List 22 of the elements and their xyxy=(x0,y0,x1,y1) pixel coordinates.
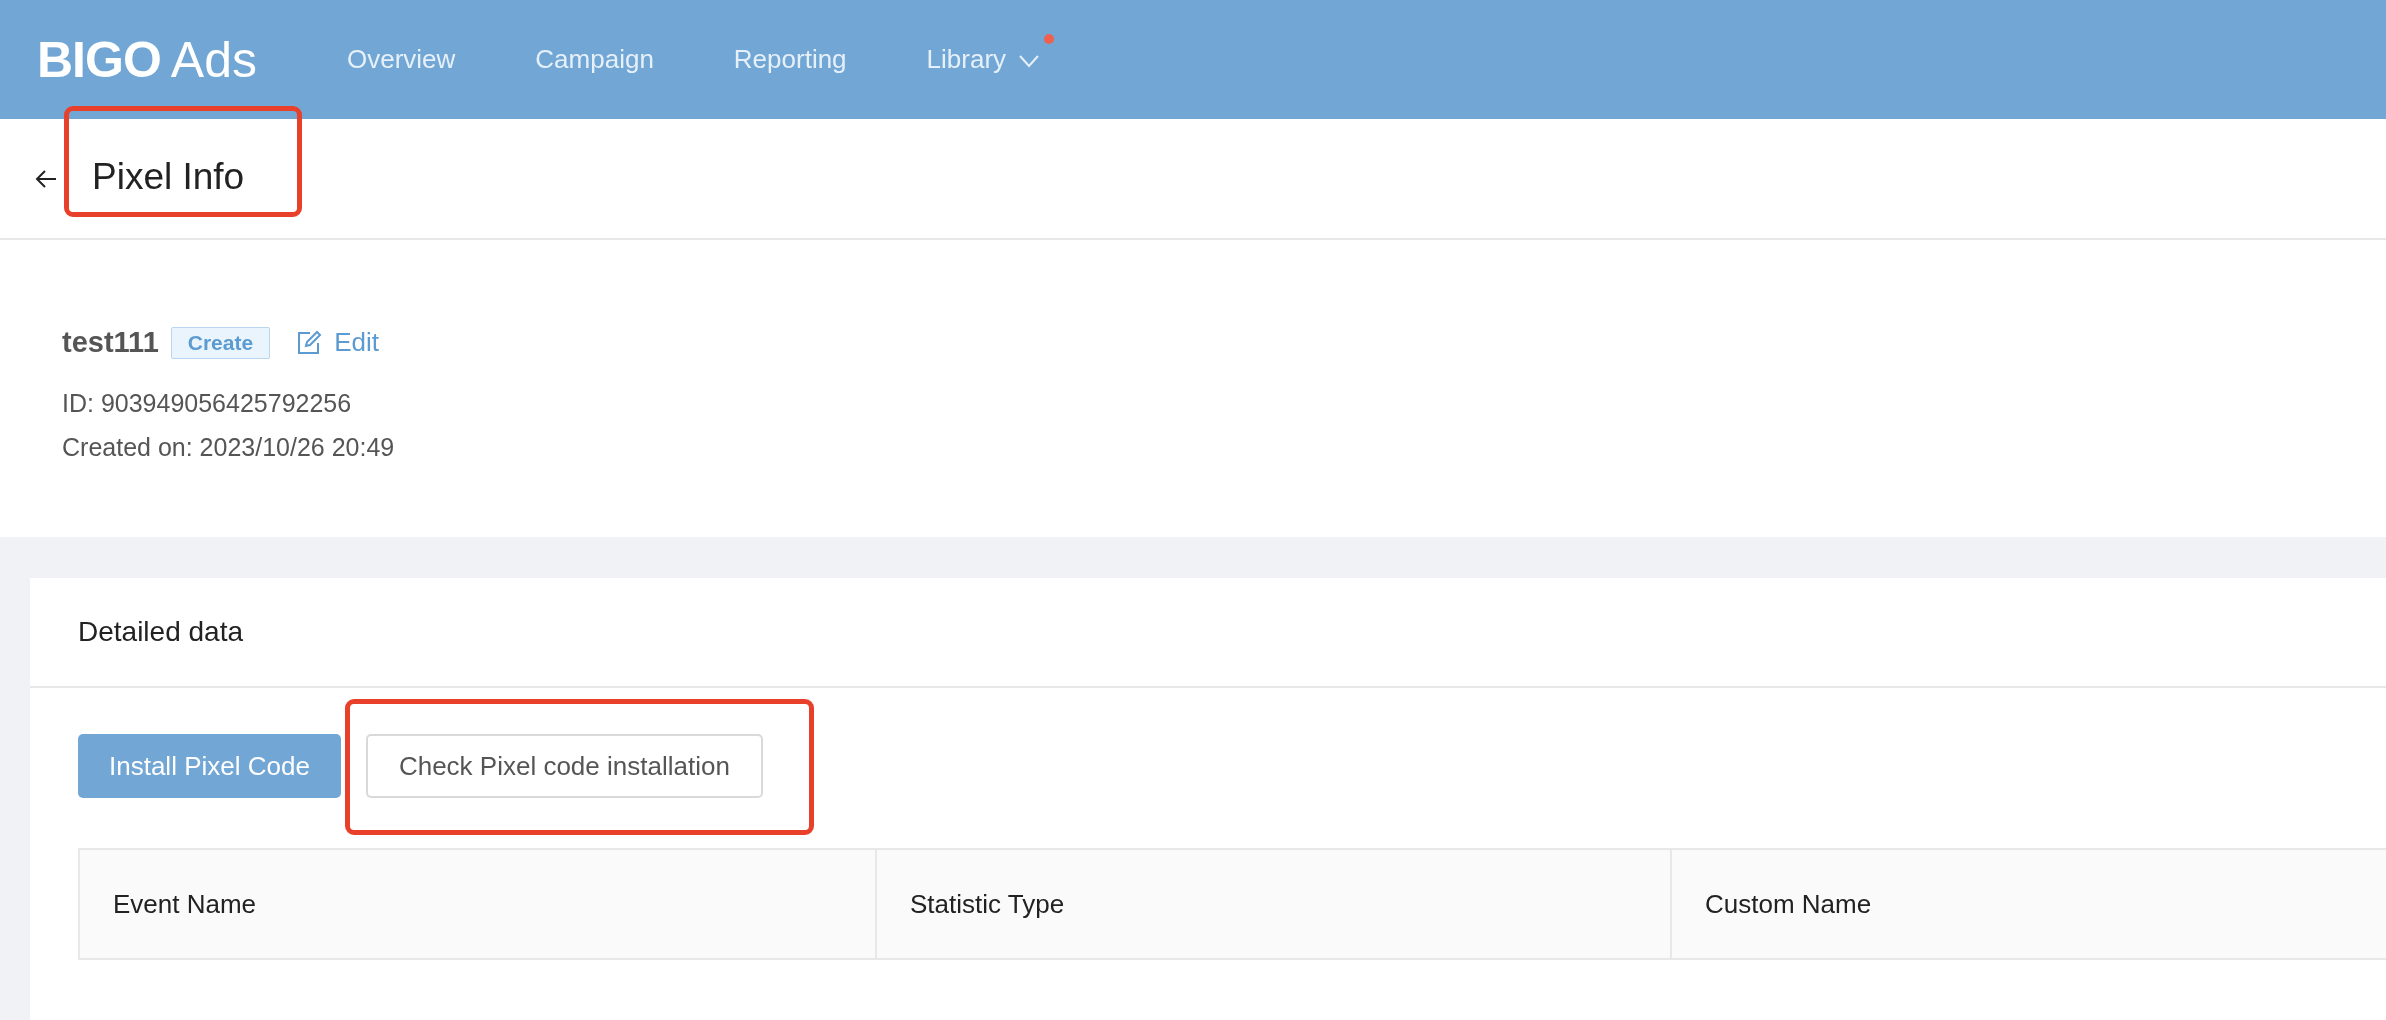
pixel-id: ID: 903949056425792256 xyxy=(62,389,353,418)
column-header: Custom Name xyxy=(1704,887,1873,921)
edit-link[interactable]: Edit xyxy=(296,327,379,358)
install-code-button[interactable]: Install Pixel Code xyxy=(78,734,341,798)
nav-dropdown[interactable]: Library xyxy=(926,34,1055,85)
page-title: Pixel Info xyxy=(92,155,245,199)
back-arrow-icon xyxy=(34,167,58,190)
notification-dot xyxy=(1044,34,1055,44)
nav-link[interactable]: Overview xyxy=(346,34,470,85)
back-button[interactable] xyxy=(34,167,58,190)
brand-suffix: Ads xyxy=(170,30,257,89)
nav-link[interactable]: Reporting xyxy=(733,34,861,85)
edit-icon xyxy=(296,329,323,356)
check-installation-button[interactable]: Check Pixel code installation xyxy=(365,734,763,798)
status-badge: Create xyxy=(170,326,271,359)
column-header: Event Name xyxy=(80,850,877,958)
nav-link[interactable]: Campaign xyxy=(535,34,668,85)
section-title: Detailed data xyxy=(78,616,243,648)
brand-logo: BIGO xyxy=(37,30,161,89)
pixel-name: test111 xyxy=(62,326,159,359)
created-date: Created on: 2023/10/26 20:49 xyxy=(62,433,396,462)
column-header: Statistic Type xyxy=(877,850,1672,958)
